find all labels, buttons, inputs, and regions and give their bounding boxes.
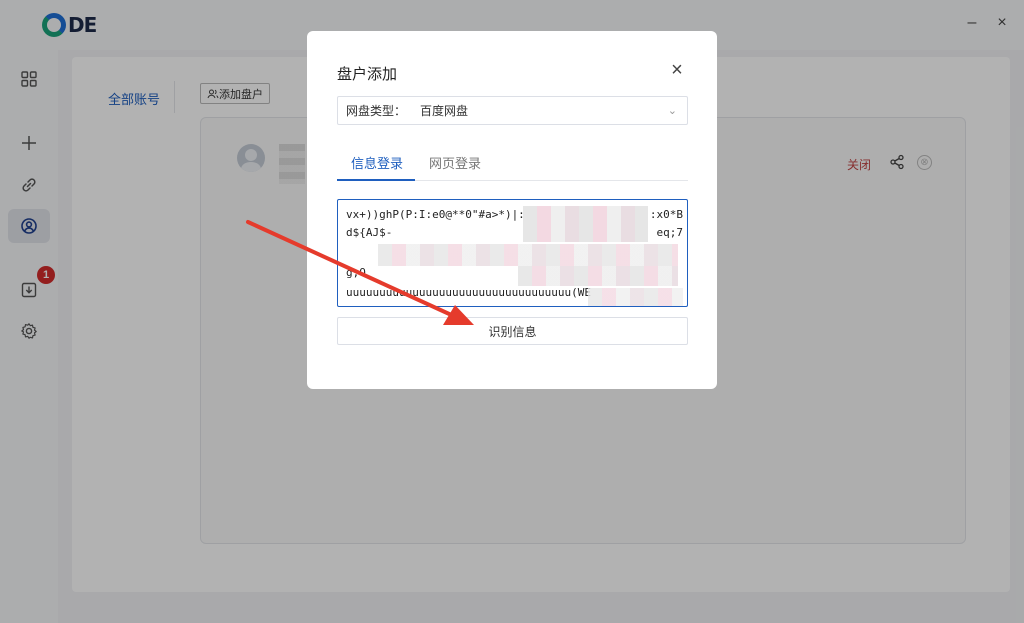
- annotation-arrow-icon: [246, 220, 474, 325]
